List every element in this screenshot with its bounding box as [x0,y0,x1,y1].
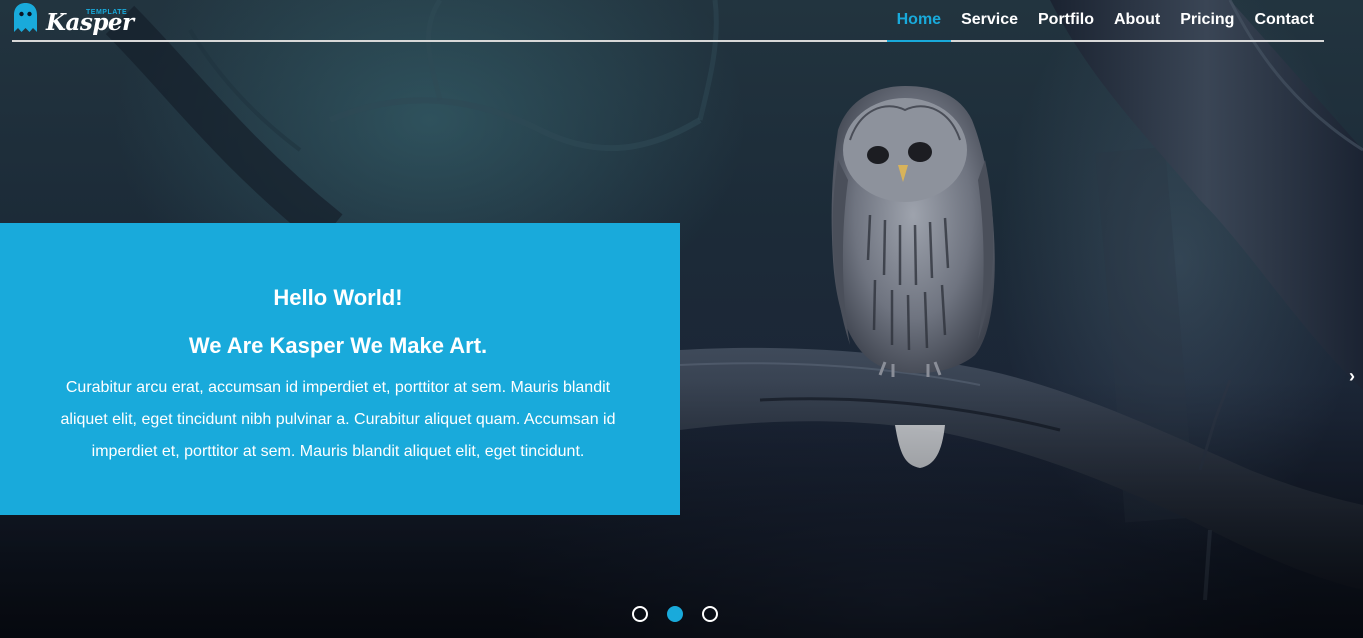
logo[interactable]: TEMPLATE Kasper [12,2,134,38]
hero-subtitle: We Are Kasper We Make Art. [188,333,488,358]
nav-item-pricing[interactable]: Pricing [1170,0,1244,42]
hero-section: TEMPLATE Kasper Home Service Portfilo Ab… [0,0,1363,638]
hero-description: Curabitur arcu erat, accumsan id imperdi… [60,379,616,460]
hero-title: Hello World! [273,285,403,310]
slider-dot-1[interactable] [632,606,648,622]
slider-dot-2[interactable] [667,606,683,622]
nav-item-service[interactable]: Service [951,0,1028,42]
hero-text-panel: Hello World! We Are Kasper We Make Art. … [0,223,680,515]
nav-item-home[interactable]: Home [886,0,952,42]
nav-item-contact[interactable]: Contact [1244,0,1324,42]
chevron-right-icon[interactable]: › [1349,366,1355,386]
nav-item-portfolio[interactable]: Portfilo [1028,0,1104,42]
main-nav: Home Service Portfilo About Pricing Cont… [886,0,1324,42]
slider-dots [632,606,718,622]
ghost-icon [14,3,37,32]
logo-wordmark: Kasper [46,9,134,36]
slider-dot-3[interactable] [702,606,718,622]
site-header: TEMPLATE Kasper Home Service Portfilo Ab… [12,0,1324,42]
nav-item-about[interactable]: About [1104,0,1170,42]
